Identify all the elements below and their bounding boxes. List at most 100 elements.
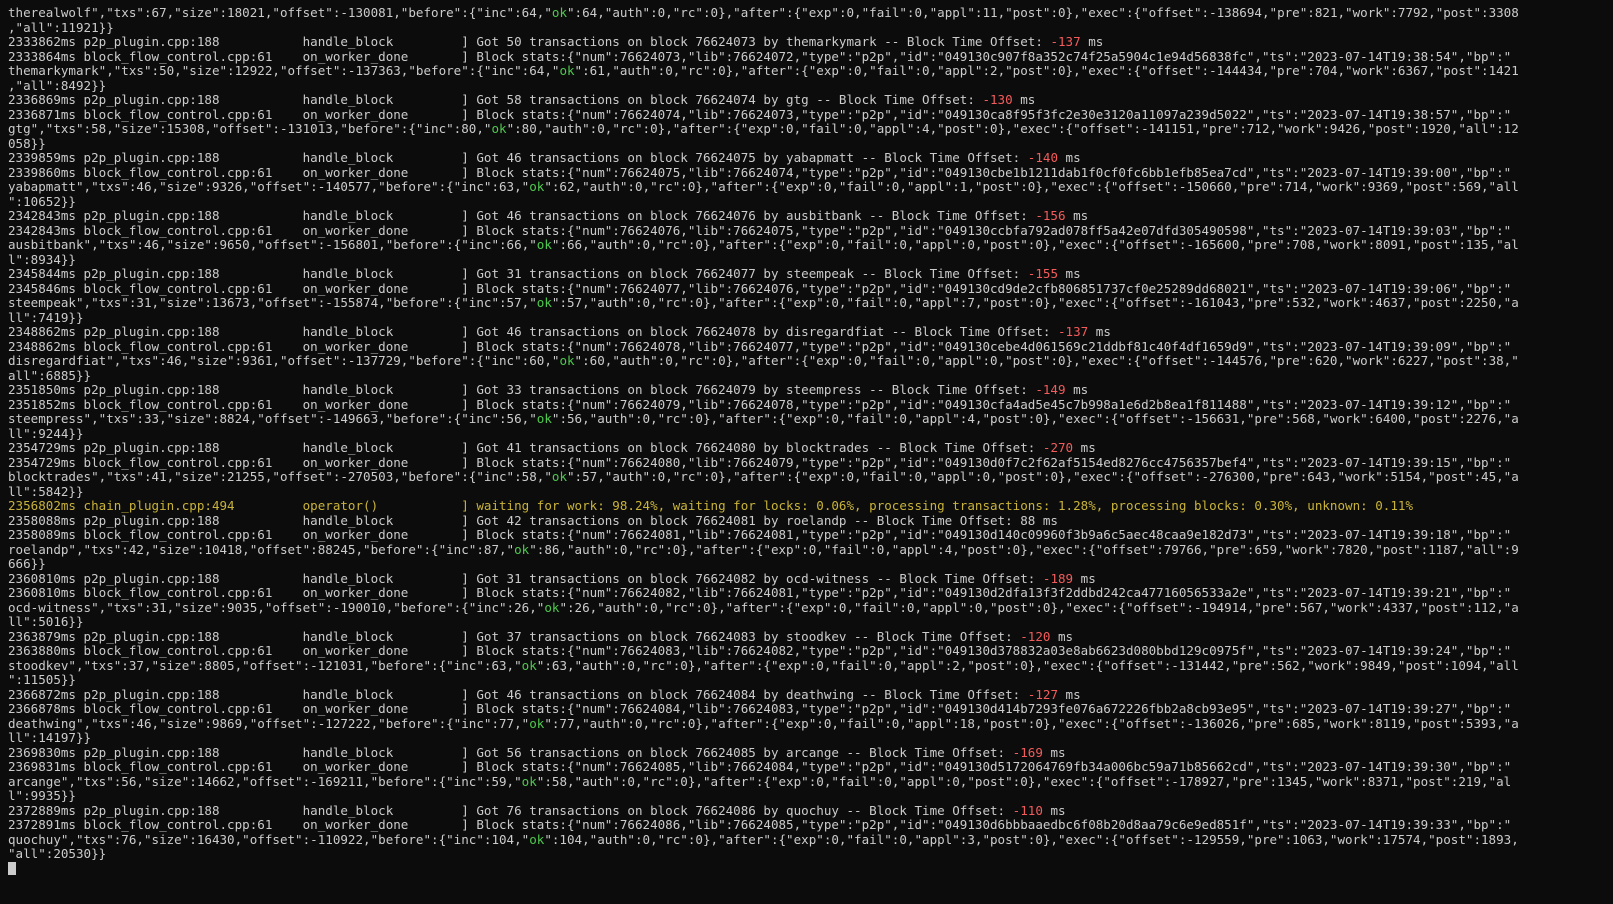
- log-text: ms: [1042, 803, 1066, 818]
- log-text-green: ok: [559, 354, 575, 368]
- log-line: disregardfiat","txs":46,"size":9361,"off…: [8, 354, 1613, 369]
- log-line: blocktrades","txs":41,"size":21255,"offs…: [8, 470, 1613, 485]
- terminal-window[interactable]: therealwolf","txs":67,"size":18021,"offs…: [0, 0, 1613, 904]
- log-text-red: -120: [1020, 629, 1051, 644]
- log-text: ":80,"auth":0,"rc":0},"after":{"exp":0,"…: [506, 122, 1519, 136]
- log-line: 2369830ms p2p_plugin.cpp:188 handle_bloc…: [8, 746, 1613, 761]
- log-text: gtg","txs":58,"size":15308,"offset":-131…: [8, 122, 492, 136]
- log-text-green: ok: [544, 600, 560, 615]
- log-line: 2360810ms p2p_plugin.cpp:188 handle_bloc…: [8, 572, 1613, 587]
- log-text: ms: [1058, 151, 1081, 165]
- log-text-red: -156: [1035, 209, 1066, 223]
- log-text-red: -155: [1027, 267, 1058, 281]
- log-text: 2354729ms p2p_plugin.cpp:188 handle_bloc…: [8, 441, 1043, 455]
- log-line: 2336871ms block_flow_control.cpp:61 on_w…: [8, 108, 1613, 123]
- log-text: 2339860ms block_flow_control.cpp:61 on_w…: [8, 165, 1512, 180]
- log-text: 2354729ms block_flow_control.cpp:61 on_w…: [8, 455, 1512, 470]
- log-text: 2369830ms p2p_plugin.cpp:188 handle_bloc…: [8, 745, 1013, 760]
- log-text: ms: [1065, 209, 1089, 223]
- log-line: 2348862ms block_flow_control.cpp:61 on_w…: [8, 340, 1613, 355]
- log-line: 2339859ms p2p_plugin.cpp:188 handle_bloc…: [8, 151, 1613, 166]
- log-text: "all":20530}}: [8, 847, 107, 861]
- log-text: 2363880ms block_flow_control.cpp:61 on_w…: [8, 644, 1512, 658]
- log-text: ausbitbank","txs":46,"size":9650,"offset…: [8, 238, 537, 252]
- log-text: all":6885}}: [8, 368, 92, 383]
- log-line: 2336869ms p2p_plugin.cpp:188 handle_bloc…: [8, 93, 1613, 108]
- log-line: 2351852ms block_flow_control.cpp:61 on_w…: [8, 398, 1613, 413]
- log-text: steempeak","txs":31,"size":13673,"offset…: [8, 296, 537, 310]
- log-line: themarkymark","txs":50,"size":12922,"off…: [8, 64, 1613, 79]
- log-line: therealwolf","txs":67,"size":18021,"offs…: [8, 6, 1613, 21]
- log-text: ,"all":8492}}: [8, 78, 107, 93]
- log-line: stoodkev","txs":37,"size":8805,"offset":…: [8, 659, 1613, 674]
- log-text: ms: [1058, 687, 1081, 702]
- log-line: 2360810ms block_flow_control.cpp:61 on_w…: [8, 586, 1613, 601]
- terminal-prompt-line[interactable]: [8, 861, 1613, 877]
- log-line: ,"all":8492}}: [8, 79, 1613, 94]
- log-line: 2354729ms p2p_plugin.cpp:188 handle_bloc…: [8, 441, 1613, 456]
- log-text: ms: [1050, 629, 1074, 644]
- log-text-green: ok: [551, 470, 567, 484]
- log-line: 2342843ms p2p_plugin.cpp:188 handle_bloc…: [8, 209, 1613, 224]
- log-text: 2345844ms p2p_plugin.cpp:188 handle_bloc…: [8, 267, 1028, 281]
- log-line: ll":5016}}: [8, 615, 1613, 630]
- log-text-red: -127: [1027, 687, 1058, 702]
- log-text-green: ok: [536, 296, 552, 310]
- log-text: 2345846ms block_flow_control.cpp:61 on_w…: [8, 281, 1512, 296]
- log-text: ms: [1088, 325, 1111, 339]
- log-line: steempeak","txs":31,"size":13673,"offset…: [8, 296, 1613, 311]
- log-text: l":9935}}: [8, 789, 76, 803]
- log-line: 2372891ms block_flow_control.cpp:61 on_w…: [8, 818, 1613, 833]
- log-text: ":60,"auth":0,"rc":0},"after":{"exp":0,"…: [574, 354, 1519, 368]
- log-text: steempress","txs":33,"size":8824,"offset…: [8, 412, 537, 426]
- log-line: 2333862ms p2p_plugin.cpp:188 handle_bloc…: [8, 35, 1613, 50]
- log-line: 2369831ms block_flow_control.cpp:61 on_w…: [8, 760, 1613, 775]
- log-line: ocd-witness","txs":31,"size":9035,"offse…: [8, 601, 1613, 616]
- log-text: ms: [1065, 383, 1089, 397]
- log-text: 2336869ms p2p_plugin.cpp:188 handle_bloc…: [8, 93, 983, 107]
- log-text-red: -110: [1012, 803, 1043, 818]
- log-text-red: -169: [1012, 745, 1043, 760]
- log-text: 666}}: [8, 557, 46, 571]
- log-text: deathwing","txs":46,"size":9869,"offset"…: [8, 716, 530, 731]
- log-text-red: -270: [1042, 441, 1074, 455]
- log-line: ll":14197}}: [8, 731, 1613, 746]
- log-text-green: ok: [491, 122, 507, 136]
- terminal-scrollbar[interactable]: [1599, 0, 1613, 904]
- log-line: ":11505}}: [8, 673, 1613, 688]
- log-text: ":10652}}: [8, 194, 76, 209]
- log-line: all":6885}}: [8, 369, 1613, 384]
- log-line: 2351850ms p2p_plugin.cpp:188 handle_bloc…: [8, 383, 1613, 398]
- log-line: ll":7419}}: [8, 311, 1613, 326]
- log-line: 2348862ms p2p_plugin.cpp:188 handle_bloc…: [8, 325, 1613, 340]
- log-text: 2342843ms block_flow_control.cpp:61 on_w…: [8, 223, 1512, 238]
- log-text: ms: [1080, 35, 1104, 49]
- terminal-output: therealwolf","txs":67,"size":18021,"offs…: [8, 6, 1613, 862]
- log-text: 2336871ms block_flow_control.cpp:61 on_w…: [8, 107, 1512, 122]
- log-line: gtg","txs":58,"size":15308,"offset":-131…: [8, 122, 1613, 137]
- log-text: ":62,"auth":0,"rc":0},"after":{"exp":0,"…: [544, 180, 1519, 194]
- log-text: 2342843ms p2p_plugin.cpp:188 handle_bloc…: [8, 209, 1036, 223]
- log-text: ":26,"auth":0,"rc":0},"after":{"exp":0,"…: [559, 600, 1519, 615]
- log-line: 2345844ms p2p_plugin.cpp:188 handle_bloc…: [8, 267, 1613, 282]
- log-text: blocktrades","txs":41,"size":21255,"offs…: [8, 470, 552, 484]
- log-text: ":66,"auth":0,"rc":0},"after":{"exp":0,"…: [551, 238, 1519, 252]
- log-text-red: -149: [1035, 383, 1066, 397]
- log-line: 2366878ms block_flow_control.cpp:61 on_w…: [8, 702, 1613, 717]
- log-text: ":63,"auth":0,"rc":0},"after":{"exp":0,"…: [536, 658, 1519, 673]
- log-text: ms: [1012, 93, 1036, 107]
- log-text: ocd-witness","txs":31,"size":9035,"offse…: [8, 600, 545, 615]
- log-text: 2366878ms block_flow_control.cpp:61 on_w…: [8, 702, 1512, 716]
- log-text: 2372891ms block_flow_control.cpp:61 on_w…: [8, 818, 1512, 832]
- log-text: ms: [1073, 571, 1096, 586]
- log-text-red: -130: [982, 93, 1013, 107]
- log-text: 2339859ms p2p_plugin.cpp:188 handle_bloc…: [8, 151, 1028, 165]
- log-text: ll":5842}}: [8, 484, 84, 499]
- log-line: "all":20530}}: [8, 847, 1613, 862]
- log-text: ":64,"auth":0,"rc":0},"after":{"exp":0,"…: [567, 6, 1519, 20]
- log-text-red: -137: [1058, 325, 1089, 339]
- log-text: ":11505}}: [8, 673, 76, 687]
- log-text: 2360810ms p2p_plugin.cpp:188 handle_bloc…: [8, 571, 1043, 586]
- log-text: 2363879ms p2p_plugin.cpp:188 handle_bloc…: [8, 629, 1021, 644]
- log-text: 2358088ms p2p_plugin.cpp:188 handle_bloc…: [8, 513, 1058, 528]
